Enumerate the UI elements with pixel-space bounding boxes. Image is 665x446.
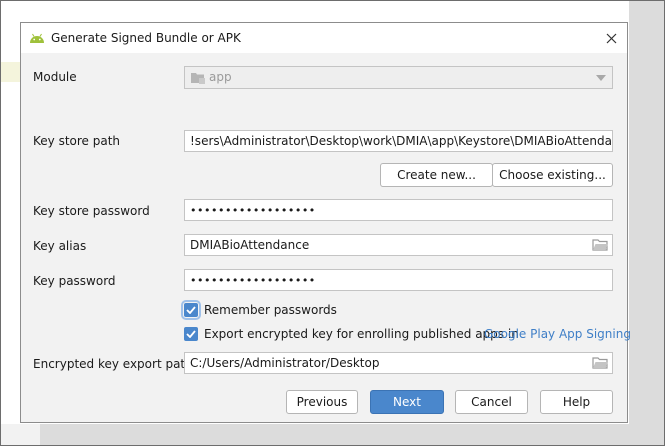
create-new-button[interactable]: Create new... xyxy=(380,163,493,187)
export-key-checkbox[interactable] xyxy=(184,327,198,341)
close-icon xyxy=(606,33,616,43)
choose-existing-label: Choose existing... xyxy=(499,168,606,182)
choose-existing-button[interactable]: Choose existing... xyxy=(492,163,613,187)
browse-folder-icon[interactable] xyxy=(592,238,608,252)
background-area-bottom-gray xyxy=(40,424,665,446)
android-icon xyxy=(30,33,44,43)
cancel-label: Cancel xyxy=(471,395,512,409)
help-label: Help xyxy=(562,395,591,409)
google-play-signing-link[interactable]: Google Play App Signing xyxy=(484,327,631,341)
check-icon xyxy=(186,306,196,314)
encrypted-export-path-label: Encrypted key export path xyxy=(33,357,193,371)
key-store-password-input[interactable]: •••••••••••••••••• xyxy=(184,199,613,221)
previous-button[interactable]: Previous xyxy=(286,390,358,414)
background-area xyxy=(629,0,665,446)
key-store-password-value: •••••••••••••••••• xyxy=(190,204,316,217)
browse-folder-icon[interactable] xyxy=(592,356,608,370)
dialog-titlebar: Generate Signed Bundle or APK xyxy=(21,23,627,53)
encrypted-export-path-input[interactable]: C:/Users/Administrator/Desktop xyxy=(184,352,613,374)
encrypted-export-path-value: C:/Users/Administrator/Desktop xyxy=(190,356,380,370)
key-store-password-label: Key store password xyxy=(33,204,150,218)
key-alias-input[interactable]: DMIABioAttendance xyxy=(184,234,613,256)
key-alias-value: DMIABioAttendance xyxy=(190,238,310,252)
module-folder-icon xyxy=(191,73,205,84)
check-icon xyxy=(186,330,196,338)
previous-label: Previous xyxy=(296,395,348,409)
key-store-path-label: Key store path xyxy=(33,134,121,148)
help-button[interactable]: Help xyxy=(540,390,613,414)
key-alias-label: Key alias xyxy=(33,239,87,253)
background-highlight xyxy=(0,62,20,82)
key-password-value: •••••••••••••••••• xyxy=(190,274,316,287)
module-select[interactable]: app xyxy=(184,66,613,89)
export-key-label: Export encrypted key for enrolling publi… xyxy=(204,327,519,341)
key-store-path-input[interactable]: !sers\Administrator\Desktop\work\DMIA\ap… xyxy=(184,130,613,152)
create-new-label: Create new... xyxy=(397,168,476,182)
remember-passwords-checkbox[interactable] xyxy=(181,300,201,320)
key-password-label: Key password xyxy=(33,274,116,288)
key-password-input[interactable]: •••••••••••••••••• xyxy=(184,269,613,291)
next-label: Next xyxy=(393,395,421,409)
module-label: Module xyxy=(33,70,77,84)
cancel-button[interactable]: Cancel xyxy=(455,390,528,414)
chevron-down-icon xyxy=(596,75,606,81)
generate-signed-dialog: Generate Signed Bundle or APK Module app… xyxy=(20,22,631,423)
close-button[interactable] xyxy=(601,28,621,48)
remember-passwords-label: Remember passwords xyxy=(204,303,337,317)
key-store-path-value: !sers\Administrator\Desktop\work\DMIA\ap… xyxy=(190,134,613,148)
module-value: app xyxy=(209,70,232,84)
dialog-title: Generate Signed Bundle or APK xyxy=(51,31,241,45)
next-button[interactable]: Next xyxy=(370,390,444,414)
